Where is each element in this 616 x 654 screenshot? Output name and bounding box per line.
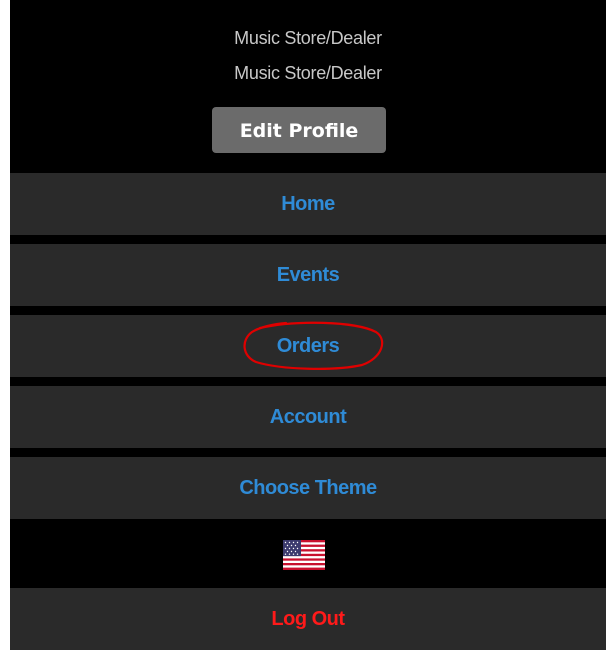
profile-menu-panel: Music Store/Dealer Music Store/Dealer Ed…: [10, 0, 606, 650]
edit-profile-button[interactable]: Edit Profile: [212, 107, 386, 153]
nav-item-choose-theme[interactable]: Choose Theme: [10, 457, 606, 519]
nav-item-home[interactable]: Home: [10, 173, 606, 235]
us-flag-icon[interactable]: [283, 540, 325, 570]
profile-type-line: Music Store/Dealer: [234, 28, 382, 48]
nav-item-account[interactable]: Account: [10, 386, 606, 448]
profile-subtype-line: Music Store/Dealer: [234, 63, 382, 83]
nav-item-orders[interactable]: Orders: [10, 315, 606, 377]
screen: Music Store/Dealer Music Store/Dealer Ed…: [0, 0, 616, 654]
nav-item-events[interactable]: Events: [10, 244, 606, 306]
logout-link[interactable]: Log Out: [10, 588, 606, 650]
language-selector: [10, 520, 606, 584]
